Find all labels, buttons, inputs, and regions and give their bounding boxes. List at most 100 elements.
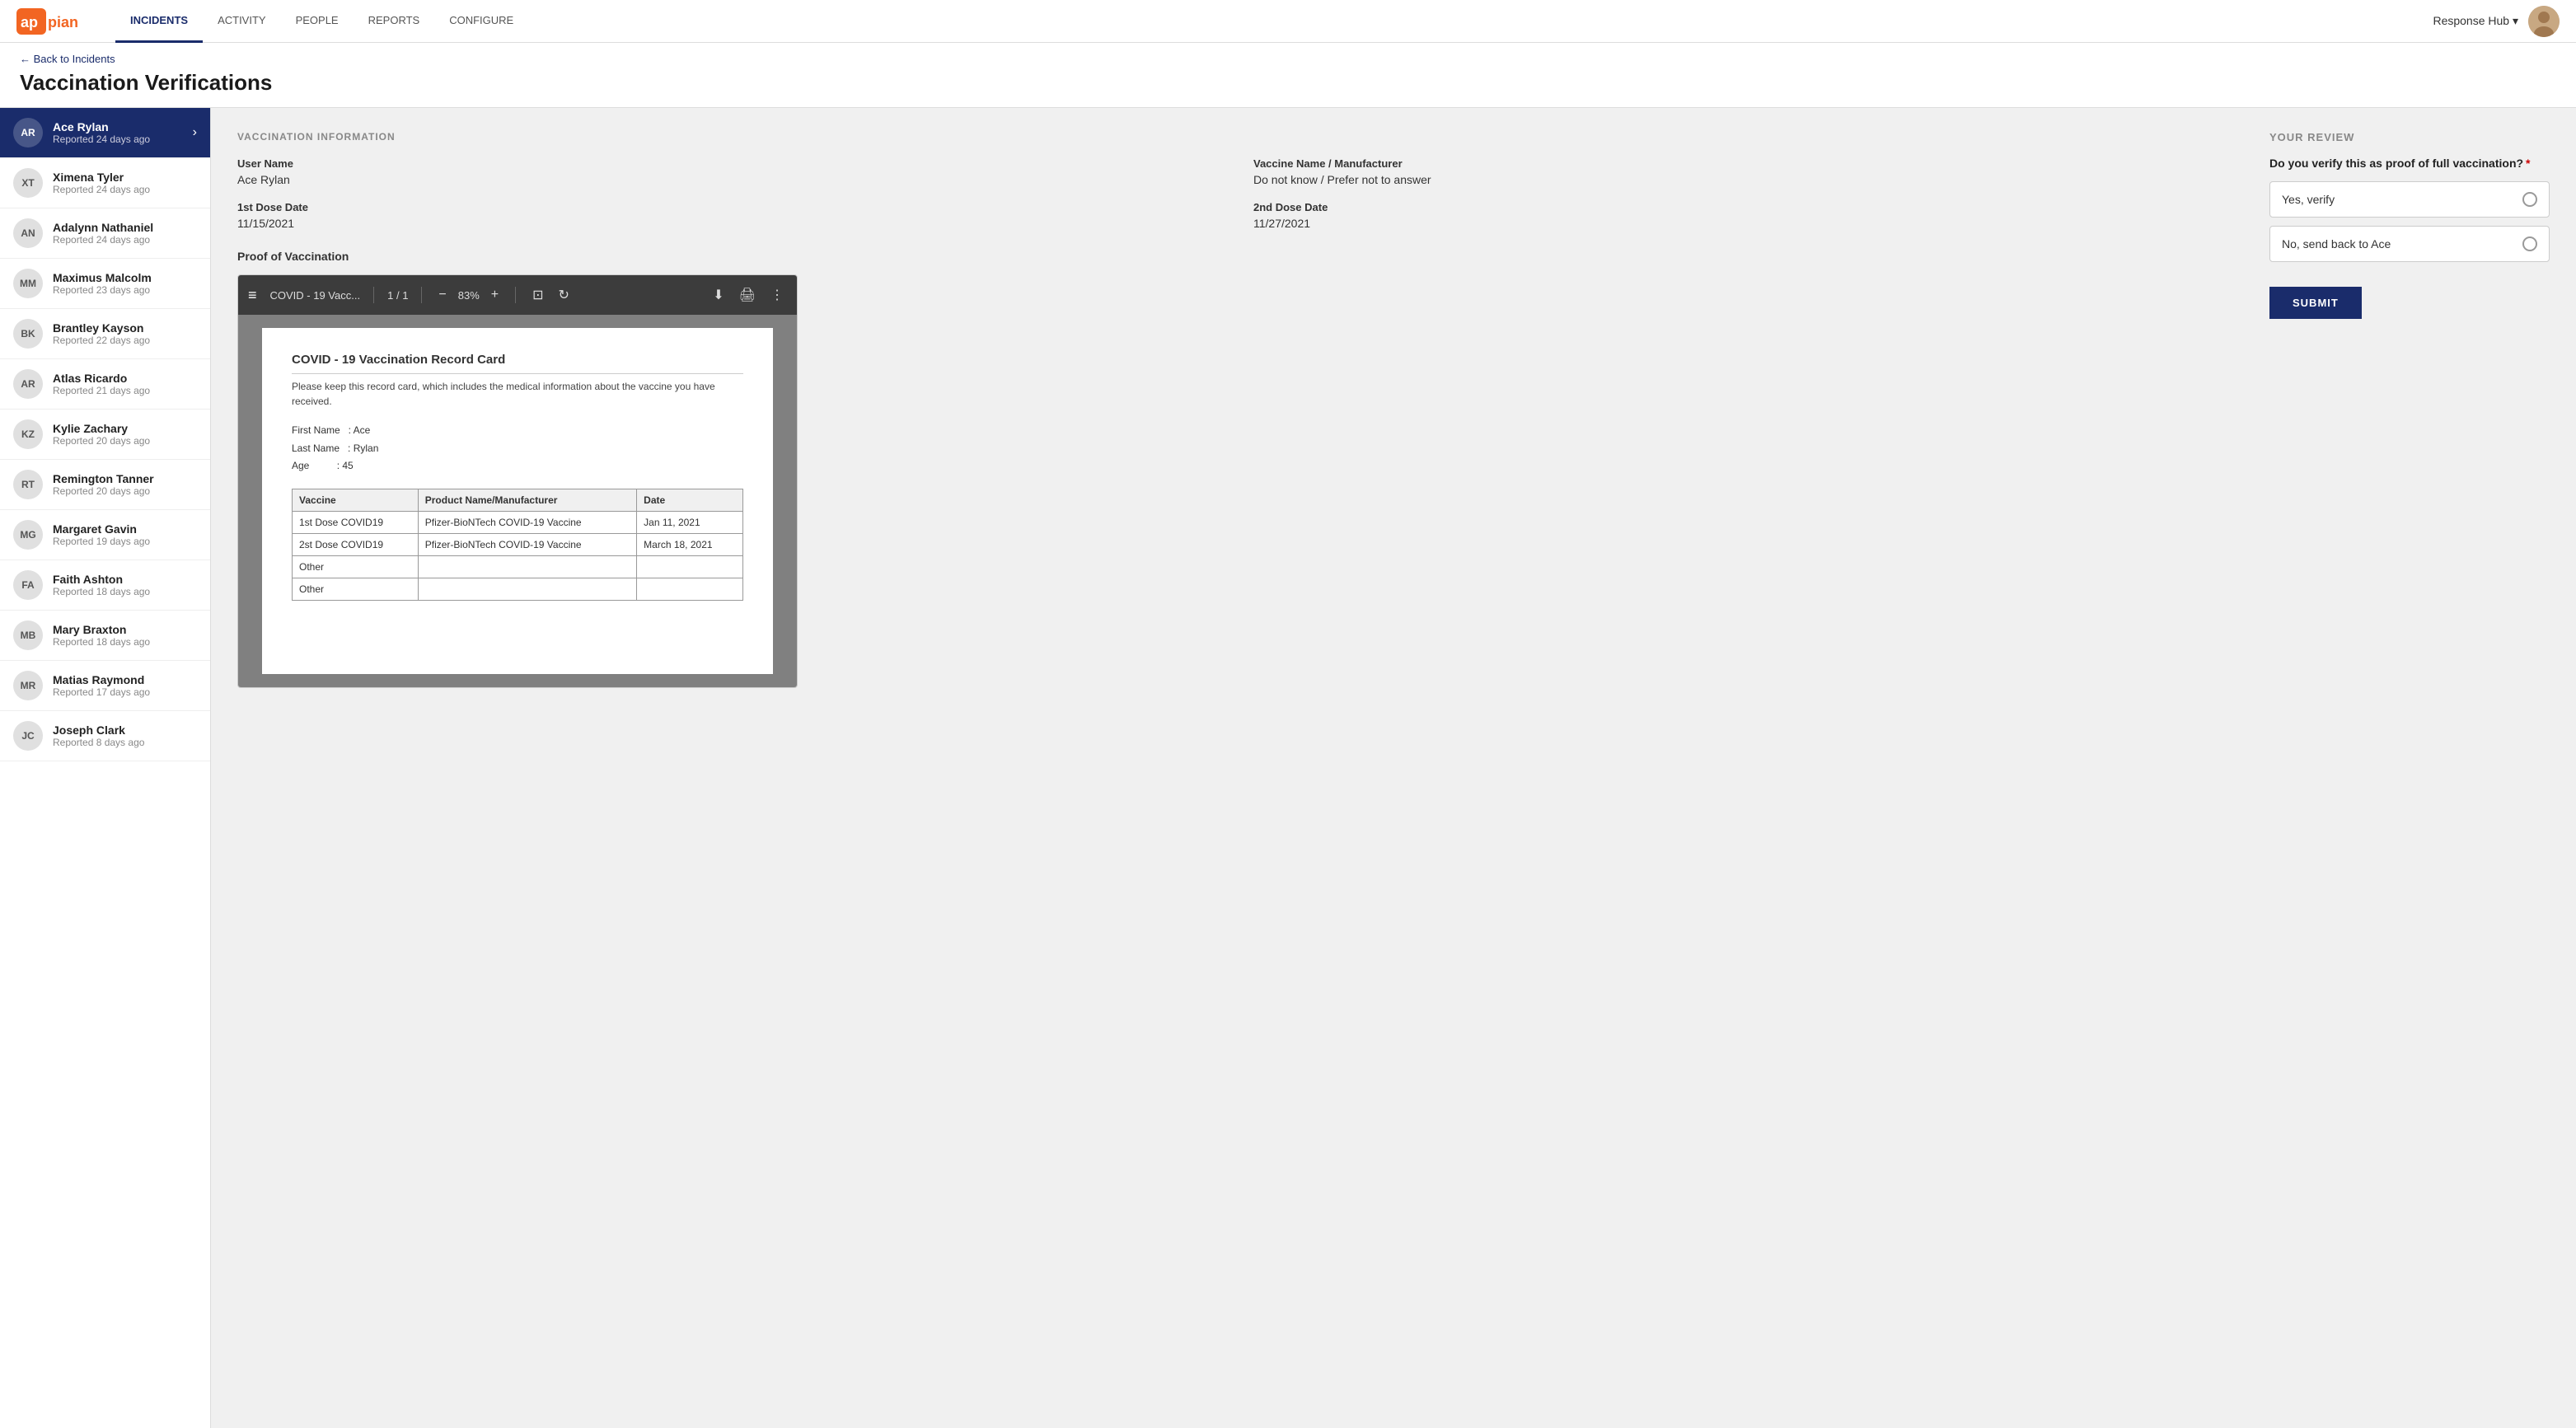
pdf-person-info: First Name : Ace Last Name : Rylan Age :… [292,422,743,475]
pdf-fit-button[interactable]: ⊡ [529,283,546,307]
sidebar-sub-margaret-gavin: Reported 19 days ago [53,536,197,547]
sidebar-sub-faith-ashton: Reported 18 days ago [53,586,197,597]
sidebar-item-atlas-ricardo[interactable]: AR Atlas Ricardo Reported 21 days ago [0,359,210,410]
pdf-table-header: Product Name/Manufacturer [418,489,636,511]
nav-incidents[interactable]: INCIDENTS [115,0,203,43]
vaccination-section: VACCINATION INFORMATION User Name Ace Ry… [237,131,2236,1405]
sidebar-avatar-ace-rylan: AR [13,118,43,147]
pdf-table-row: Other [293,578,743,600]
sidebar-name-kylie-zachary: Kylie Zachary [53,422,197,435]
pdf-doc-desc: Please keep this record card, which incl… [292,379,743,409]
nav-configure[interactable]: CONFIGURE [434,0,528,43]
sidebar-item-joseph-clark[interactable]: JC Joseph Clark Reported 8 days ago [0,711,210,761]
sidebar-name-faith-ashton: Faith Ashton [53,573,197,586]
back-link[interactable]: ← Back to Incidents [20,53,2556,65]
pdf-table-cell [418,555,636,578]
nav-people[interactable]: PEOPLE [281,0,354,43]
sidebar-sub-kylie-zachary: Reported 20 days ago [53,435,197,447]
sidebar-item-mary-braxton[interactable]: MB Mary Braxton Reported 18 days ago [0,611,210,661]
sidebar-info-remington-tanner: Remington Tanner Reported 20 days ago [53,472,197,497]
sidebar-name-atlas-ricardo: Atlas Ricardo [53,372,197,385]
sidebar: AR Ace Rylan Reported 24 days ago › XT X… [0,108,211,1428]
response-hub-button[interactable]: Response Hub ▾ [2433,14,2518,28]
sidebar-name-brantley-kayson: Brantley Kayson [53,321,197,335]
sidebar-avatar-ximena-tyler: XT [13,168,43,198]
dose2-field: 2nd Dose Date 11/27/2021 [1253,201,2236,230]
info-grid: User Name Ace Rylan Vaccine Name / Manuf… [237,157,2236,230]
submit-button[interactable]: SUBMIT [2269,287,2362,319]
pdf-table-cell [637,578,743,600]
pdf-zoom-level: 83% [458,289,480,302]
pdf-menu-icon[interactable]: ≡ [248,287,257,304]
sidebar-name-maximus-malcolm: Maximus Malcolm [53,271,197,284]
user-avatar[interactable] [2528,6,2560,37]
sidebar-avatar-kylie-zachary: KZ [13,419,43,449]
sidebar-item-remington-tanner[interactable]: RT Remington Tanner Reported 20 days ago [0,460,210,510]
pdf-rotate-button[interactable]: ↻ [555,283,573,307]
sidebar-avatar-faith-ashton: FA [13,570,43,600]
pdf-table-header: Vaccine [293,489,419,511]
pdf-page-info: 1 / 1 [387,289,408,302]
sidebar-info-mary-braxton: Mary Braxton Reported 18 days ago [53,623,197,648]
radio-option-no[interactable]: No, send back to Ace [2269,226,2550,262]
review-panel: YOUR REVIEW Do you verify this as proof … [2269,131,2550,1405]
sidebar-info-ximena-tyler: Ximena Tyler Reported 24 days ago [53,171,197,195]
user-name-field: User Name Ace Rylan [237,157,1220,186]
pdf-zoom-out-button[interactable]: − [435,284,449,306]
pdf-table-header: Date [637,489,743,511]
sidebar-item-brantley-kayson[interactable]: BK Brantley Kayson Reported 22 days ago [0,309,210,359]
pdf-zoom-in-button[interactable]: + [488,284,502,306]
pdf-more-button[interactable]: ⋮ [767,283,787,307]
top-navigation: ap pian INCIDENTS ACTIVITY PEOPLE REPORT… [0,0,2576,43]
pdf-table-cell: 2st Dose COVID19 [293,533,419,555]
sidebar-item-faith-ashton[interactable]: FA Faith Ashton Reported 18 days ago [0,560,210,611]
appian-logo[interactable]: ap pian [16,8,91,35]
nav-reports[interactable]: REPORTS [354,0,435,43]
sidebar-item-ace-rylan[interactable]: AR Ace Rylan Reported 24 days ago › [0,108,210,158]
sidebar-item-matias-raymond[interactable]: MR Matias Raymond Reported 17 days ago [0,661,210,711]
sidebar-item-ximena-tyler[interactable]: XT Ximena Tyler Reported 24 days ago [0,158,210,208]
sidebar-name-joseph-clark: Joseph Clark [53,723,197,737]
required-indicator: * [2526,157,2530,170]
page-title: Vaccination Verifications [20,70,2556,96]
pdf-table-cell: Pfizer-BioNTech COVID-19 Vaccine [418,511,636,533]
sidebar-avatar-mary-braxton: MB [13,620,43,650]
pdf-table-cell [637,555,743,578]
pdf-print-button[interactable]: 🖨 [736,283,759,307]
pdf-download-button[interactable]: ⬇ [710,283,727,307]
sidebar-avatar-margaret-gavin: MG [13,520,43,550]
sidebar-item-kylie-zachary[interactable]: KZ Kylie Zachary Reported 20 days ago [0,410,210,460]
pdf-viewer: ≡ COVID - 19 Vacc... 1 / 1 − 83% + ⊡ ↻ [237,274,798,688]
sidebar-avatar-brantley-kayson: BK [13,319,43,349]
pdf-page: COVID - 19 Vaccination Record Card Pleas… [262,328,773,674]
nav-activity[interactable]: ACTIVITY [203,0,281,43]
sidebar-info-atlas-ricardo: Atlas Ricardo Reported 21 days ago [53,372,197,396]
pdf-doc-title: COVID - 19 Vaccination Record Card [292,353,743,374]
page-header: ← Back to Incidents Vaccination Verifica… [0,43,2576,108]
radio-label-yes: Yes, verify [2282,193,2335,206]
sidebar-sub-ace-rylan: Reported 24 days ago [53,133,183,145]
sidebar-avatar-remington-tanner: RT [13,470,43,499]
main-layout: AR Ace Rylan Reported 24 days ago › XT X… [0,108,2576,1428]
sidebar-avatar-matias-raymond: MR [13,671,43,700]
radio-options: Yes, verify No, send back to Ace [2269,181,2550,262]
sidebar-info-matias-raymond: Matias Raymond Reported 17 days ago [53,673,197,698]
pdf-table-cell: March 18, 2021 [637,533,743,555]
nav-links: INCIDENTS ACTIVITY PEOPLE REPORTS CONFIG… [115,0,528,43]
sidebar-avatar-maximus-malcolm: MM [13,269,43,298]
pdf-table-cell: Other [293,555,419,578]
sidebar-name-adalynn-nathaniel: Adalynn Nathaniel [53,221,197,234]
radio-label-no: No, send back to Ace [2282,237,2391,250]
sidebar-name-mary-braxton: Mary Braxton [53,623,197,636]
sidebar-sub-maximus-malcolm: Reported 23 days ago [53,284,197,296]
pdf-table-row: 1st Dose COVID19Pfizer-BioNTech COVID-19… [293,511,743,533]
dose1-field: 1st Dose Date 11/15/2021 [237,201,1220,230]
radio-option-yes[interactable]: Yes, verify [2269,181,2550,218]
sidebar-info-ace-rylan: Ace Rylan Reported 24 days ago [53,120,183,145]
sidebar-item-maximus-malcolm[interactable]: MM Maximus Malcolm Reported 23 days ago [0,259,210,309]
nav-right: Response Hub ▾ [2433,6,2560,37]
sidebar-item-adalynn-nathaniel[interactable]: AN Adalynn Nathaniel Reported 24 days ag… [0,208,210,259]
sidebar-name-margaret-gavin: Margaret Gavin [53,522,197,536]
sidebar-sub-atlas-ricardo: Reported 21 days ago [53,385,197,396]
sidebar-item-margaret-gavin[interactable]: MG Margaret Gavin Reported 19 days ago [0,510,210,560]
